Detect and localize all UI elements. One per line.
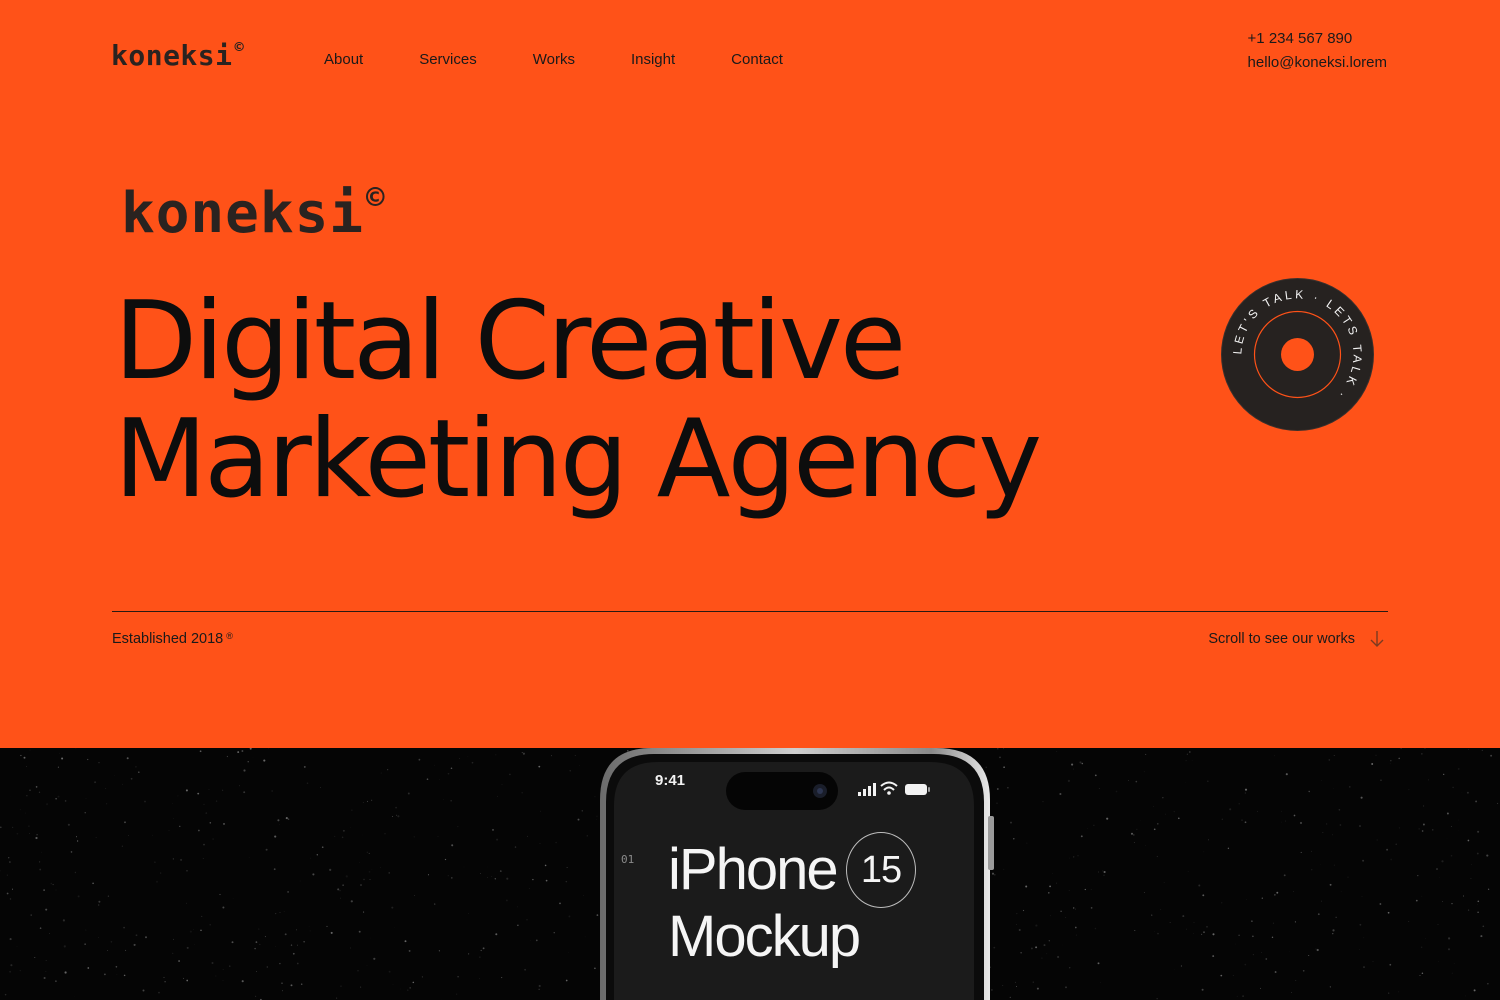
nav-item-insight[interactable]: Insight bbox=[631, 51, 675, 69]
badge-center-dot bbox=[1281, 338, 1314, 371]
brand-logo-mark: © bbox=[234, 38, 245, 57]
nav-item-contact[interactable]: Contact bbox=[731, 51, 783, 69]
hero-headline: Digital Creative Marketing Agency bbox=[114, 279, 1042, 522]
hero-logo-mark: © bbox=[366, 179, 386, 216]
nav-item-services[interactable]: Services bbox=[419, 51, 477, 69]
email-link[interactable]: hello@koneksi.lorem bbox=[1248, 51, 1387, 75]
established-text: Established 2018 bbox=[112, 631, 224, 647]
headline-line-1: Digital Creative bbox=[114, 279, 906, 404]
phone-status-time: 9:41 bbox=[655, 772, 686, 789]
phone-link[interactable]: +1 234 567 890 bbox=[1248, 27, 1387, 51]
nav-item-works[interactable]: Works bbox=[533, 51, 575, 69]
hero-section: koneksi © About Services Works Insight Co… bbox=[0, 0, 1500, 748]
main-nav: About Services Works Insight Contact bbox=[324, 51, 783, 69]
scroll-label: Scroll to see our works bbox=[1208, 631, 1355, 647]
headline-line-2: Marketing Agency bbox=[114, 397, 1042, 522]
lets-talk-badge[interactable]: LET'S TALK · LETS TALK · bbox=[1220, 277, 1375, 432]
established-mark: ® bbox=[226, 631, 233, 641]
established-label: Established 2018 ® bbox=[112, 631, 233, 647]
hero-divider bbox=[112, 611, 1388, 612]
contact-info: +1 234 567 890 hello@koneksi.lorem bbox=[1248, 27, 1387, 75]
arrow-down-icon bbox=[1370, 631, 1384, 647]
brand-logo-name: koneksi bbox=[111, 39, 233, 72]
lets-talk-badge-graphic: LET'S TALK · LETS TALK · bbox=[1221, 278, 1374, 431]
scroll-to-works-link[interactable]: Scroll to see our works bbox=[1208, 629, 1387, 649]
nav-item-about[interactable]: About bbox=[324, 51, 363, 69]
brand-logo[interactable]: koneksi © bbox=[111, 39, 244, 72]
phone-title-line-2: Mockup bbox=[668, 904, 861, 969]
battery-icon bbox=[905, 784, 930, 795]
phone-number-badge: 15 bbox=[846, 832, 916, 908]
hero-logo-name: koneksi bbox=[121, 181, 365, 246]
phone-index-number: 01 bbox=[621, 853, 635, 866]
phone-title-line-1: iPhone bbox=[668, 837, 839, 902]
hero-logo: koneksi© bbox=[121, 183, 386, 242]
